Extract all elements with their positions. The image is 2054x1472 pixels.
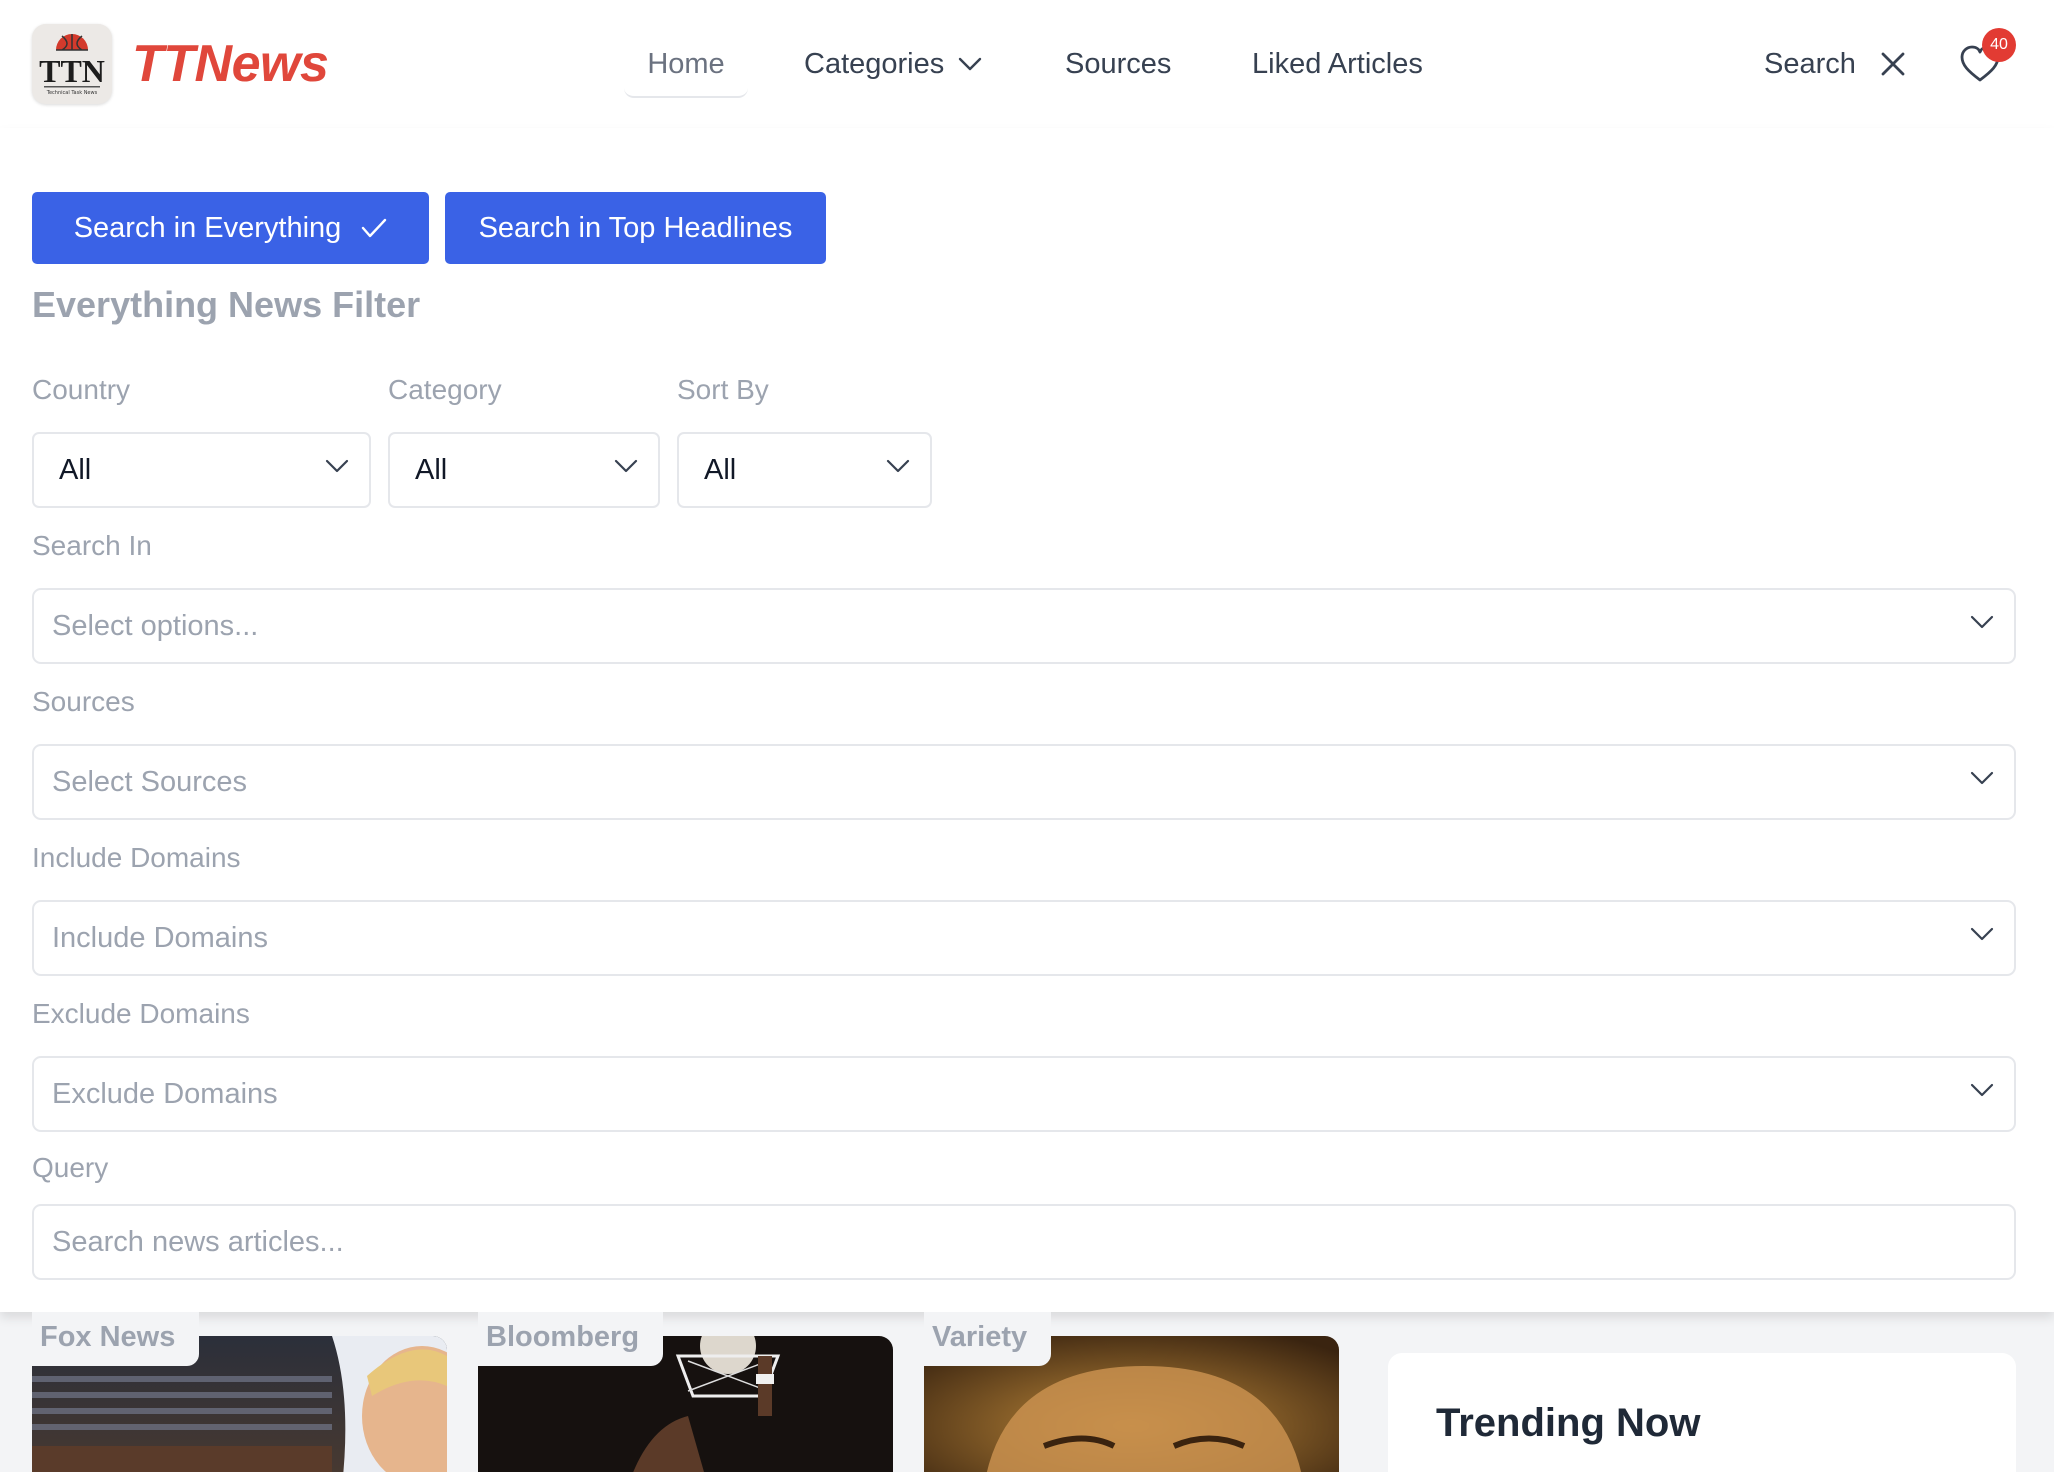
nav-sources[interactable]: Sources <box>1065 38 1171 90</box>
include-domains-label: Include Domains <box>32 842 241 873</box>
chevron-down-icon <box>959 57 982 71</box>
query-label: Query <box>32 1152 109 1183</box>
search-in-label: Search In <box>32 530 152 561</box>
search-everything-label: Search in Everything <box>73 211 342 244</box>
query-placeholder: Search news articles... <box>52 1225 344 1258</box>
search-everything-button[interactable]: Search in Everything <box>32 192 429 264</box>
include-domains-multiselect[interactable]: Include Domains <box>32 900 2016 976</box>
country-value: All <box>59 453 92 486</box>
article-source-tag: Variety <box>924 1312 1052 1366</box>
nav-categories[interactable]: Categories <box>804 38 982 90</box>
sort-by-label: Sort By <box>677 374 769 405</box>
top-navbar: TTN Technical Task News TTNews Home Cate… <box>0 0 2054 128</box>
chevron-down-icon <box>1970 927 1994 941</box>
chevron-down-icon <box>886 459 910 473</box>
sort-by-select[interactable]: All <box>677 432 932 508</box>
svg-text:TTN: TTN <box>39 53 105 89</box>
ttn-logo-icon: TTN Technical Task News <box>32 24 112 104</box>
country-select[interactable]: All <box>32 432 371 508</box>
category-label: Category <box>388 374 502 405</box>
logo[interactable]: TTN Technical Task News <box>32 24 112 104</box>
chevron-down-icon <box>325 459 349 473</box>
country-label: Country <box>32 374 131 405</box>
exclude-domains-multiselect[interactable]: Exclude Domains <box>32 1056 2016 1132</box>
nav-categories-label: Categories <box>804 48 945 80</box>
sort-by-value: All <box>704 453 737 486</box>
article-source-tag: Fox News <box>32 1312 200 1366</box>
nav-home[interactable]: Home <box>624 38 748 98</box>
search-top-headlines-label: Search in Top Headlines <box>478 211 793 244</box>
trending-title: Trending Now <box>1436 1401 1701 1445</box>
svg-text:Technical Task News: Technical Task News <box>46 90 98 96</box>
nav-liked-articles[interactable]: Liked Articles <box>1252 38 1423 90</box>
trending-panel: Trending Now <box>1388 1353 2016 1472</box>
close-icon[interactable] <box>1880 51 1906 77</box>
chevron-down-icon <box>1970 1083 1994 1097</box>
chevron-down-icon <box>614 459 638 473</box>
include-domains-placeholder: Include Domains <box>52 921 268 954</box>
filter-title: Everything News Filter <box>32 284 421 325</box>
search-in-multiselect[interactable]: Select options... <box>32 588 2016 664</box>
category-select[interactable]: All <box>388 432 660 508</box>
article-source-tag: Bloomberg <box>478 1312 664 1366</box>
search-top-headlines-button[interactable]: Search in Top Headlines <box>445 192 826 264</box>
chevron-down-icon <box>1970 771 1994 785</box>
search-toggle[interactable]: Search <box>1764 38 1906 90</box>
exclude-domains-placeholder: Exclude Domains <box>52 1077 278 1110</box>
search-in-placeholder: Select options... <box>52 609 259 642</box>
query-input[interactable]: Search news articles... <box>32 1204 2016 1280</box>
sources-multiselect[interactable]: Select Sources <box>32 744 2016 820</box>
exclude-domains-label: Exclude Domains <box>32 998 250 1029</box>
search-toggle-label: Search <box>1764 48 1856 80</box>
sources-placeholder: Select Sources <box>52 765 248 798</box>
check-icon <box>362 218 387 238</box>
category-value: All <box>415 453 448 486</box>
liked-count-badge: 40 <box>1982 28 2016 62</box>
chevron-down-icon <box>1970 615 1994 629</box>
brand-name[interactable]: TTNews <box>132 30 329 98</box>
sources-label: Sources <box>32 686 135 717</box>
